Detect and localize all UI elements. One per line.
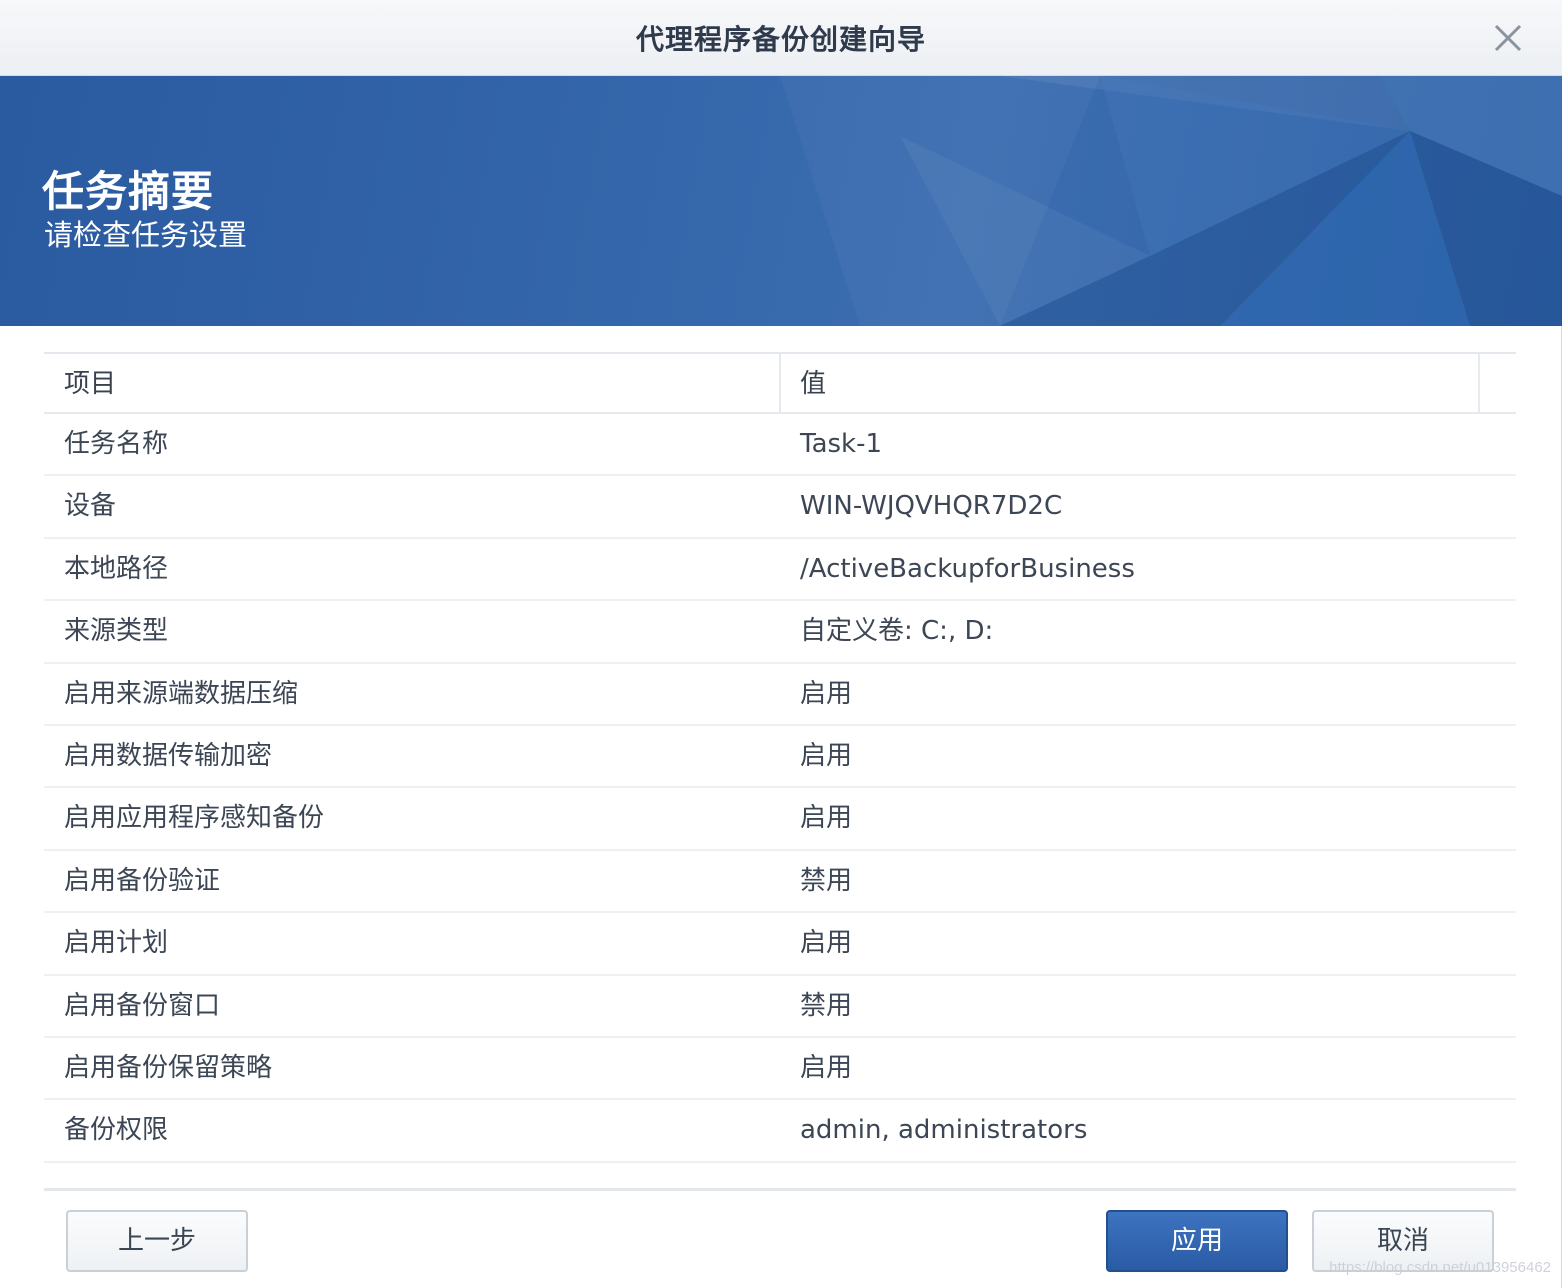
table-row[interactable]: 备份权限 admin, administrators [44, 1100, 1516, 1162]
table-row[interactable]: 启用备份保留策略 启用 [44, 1038, 1516, 1100]
row-key: 启用备份保留策略 [64, 1038, 272, 1098]
row-key: 启用来源端数据压缩 [64, 664, 298, 724]
column-header-item[interactable]: 项目 [64, 354, 116, 414]
header-banner: 任务摘要 请检查任务设置 [0, 76, 1562, 326]
table-row[interactable]: 启用来源端数据压缩 启用 [44, 664, 1516, 726]
window-title: 代理程序备份创建向导 [0, 18, 1562, 58]
apply-button[interactable]: 应用 [1106, 1210, 1288, 1272]
banner-subheading: 请检查任务设置 [44, 212, 247, 254]
summary-table: 项目 值 任务名称 Task-1 设备 WIN-WJQVHQR7D2C 本地路径/A… [44, 352, 1516, 1190]
previous-step-button[interactable]: 上一步 [66, 1210, 248, 1272]
row-key: 来源类型 [64, 601, 168, 661]
table-row[interactable]: 启用备份验证 禁用 [44, 851, 1516, 913]
table-row[interactable]: 启用备份窗口 禁用 [44, 976, 1516, 1038]
row-key: 启用应用程序感知备份 [64, 788, 324, 848]
row-key: 启用计划 [64, 913, 168, 973]
row-value: admin, administrators [800, 1100, 1087, 1160]
banner-heading: 任务摘要 [42, 158, 214, 219]
row-value: 启用 [800, 1038, 852, 1098]
column-header-value[interactable]: 值 [800, 354, 826, 414]
table-row[interactable]: 来源类型 自定义卷: C:, D: [44, 601, 1516, 663]
row-value: 自定义卷: C:, D: [800, 601, 993, 661]
table-row[interactable]: 任务名称 Task-1 [44, 414, 1516, 476]
table-body: 任务名称 Task-1 设备 WIN-WJQVHQR7D2C 本地路径/Active… [44, 414, 1516, 1163]
title-bar: 代理程序备份创建向导 [0, 0, 1562, 76]
table-row[interactable]: 启用计划 启用 [44, 913, 1516, 975]
row-value: 禁用 [800, 851, 852, 911]
table-header: 项目 值 [44, 352, 1516, 414]
row-key: 启用备份窗口 [64, 976, 220, 1036]
table-row[interactable]: 设备 WIN-WJQVHQR7D2C [44, 476, 1516, 538]
row-value: 启用 [800, 726, 852, 786]
row-value: 启用 [800, 913, 852, 973]
row-key: 备份权限 [64, 1100, 168, 1160]
table-bottom-divider [44, 1188, 1516, 1191]
table-row[interactable]: 启用应用程序感知备份 启用 [44, 788, 1516, 850]
watermark-text: https://blog.csdn.net/u013956462 [1329, 1259, 1551, 1276]
row-key: 设备 [64, 476, 116, 536]
close-icon[interactable] [1490, 20, 1526, 56]
row-value: 启用 [800, 664, 852, 724]
row-value: WIN-WJQVHQR7D2C [800, 476, 1062, 536]
row-value: /ActiveBackupforBusiness [800, 539, 1135, 599]
wizard-dialog: 代理程序备份创建向导 任务摘要 请检查任务设置 项目 值 [0, 0, 1562, 1288]
row-value: 禁用 [800, 976, 852, 1036]
table-row[interactable]: 启用数据传输加密 启用 [44, 726, 1516, 788]
row-key: 启用数据传输加密 [64, 726, 272, 786]
row-value: 启用 [800, 788, 852, 848]
row-value: Task-1 [800, 414, 882, 474]
column-separator[interactable] [1478, 354, 1480, 414]
column-separator[interactable] [779, 354, 781, 414]
row-key: 任务名称 [64, 414, 168, 474]
row-key: 启用备份验证 [64, 851, 220, 911]
row-key: 本地路径 [64, 539, 168, 599]
banner-decoration [0, 76, 1562, 326]
table-row[interactable]: 本地路径/ActiveBackupforBusiness [44, 539, 1516, 601]
